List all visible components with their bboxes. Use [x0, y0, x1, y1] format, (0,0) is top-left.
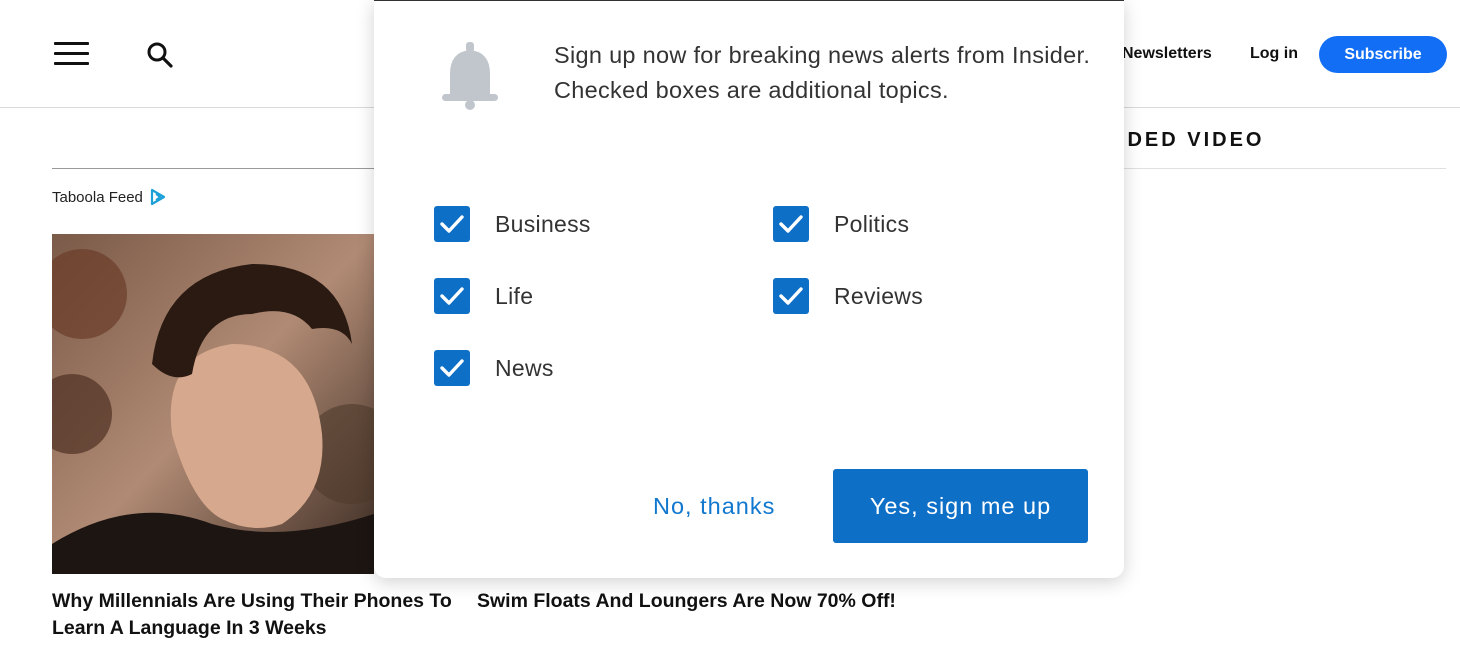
- checkbox-checked-icon[interactable]: [434, 206, 470, 242]
- prompt-line: Checked boxes are additional topics.: [554, 77, 949, 103]
- decline-button[interactable]: No, thanks: [653, 493, 775, 520]
- checkbox-checked-icon[interactable]: [773, 206, 809, 242]
- topic-checkbox-business[interactable]: Business: [434, 206, 591, 242]
- topic-checkbox-life[interactable]: Life: [434, 278, 533, 314]
- divider: [1090, 168, 1446, 169]
- article-image[interactable]: [52, 234, 374, 574]
- topic-label: Life: [495, 282, 534, 309]
- taboola-logo-icon: [150, 188, 166, 206]
- topic-label: Reviews: [834, 282, 924, 309]
- topic-checkbox-politics[interactable]: Politics: [773, 206, 909, 242]
- menu-icon[interactable]: [54, 42, 89, 66]
- topic-label: Business: [495, 210, 591, 237]
- subscribe-button[interactable]: Subscribe: [1319, 36, 1447, 73]
- newsletters-link[interactable]: Newsletters: [1122, 45, 1212, 63]
- section-title: NDED VIDEO: [1110, 129, 1265, 151]
- divider: [374, 0, 1124, 1]
- prompt-line: Sign up now for breaking news alerts fro…: [554, 42, 1091, 68]
- article-headline[interactable]: Swim Floats And Loungers Are Now 70% Off…: [477, 588, 897, 615]
- topic-checkbox-news[interactable]: News: [434, 350, 554, 386]
- search-icon[interactable]: [146, 41, 174, 69]
- signup-prompt: Sign up now for breaking news alerts fro…: [554, 38, 1104, 108]
- topic-label: Politics: [834, 210, 910, 237]
- checkbox-checked-icon[interactable]: [434, 278, 470, 314]
- divider: [52, 168, 382, 169]
- checkbox-checked-icon[interactable]: [434, 350, 470, 386]
- accept-button[interactable]: Yes, sign me up: [833, 469, 1088, 543]
- topic-checkbox-reviews[interactable]: Reviews: [773, 278, 923, 314]
- article-headline[interactable]: Why Millennials Are Using Their Phones T…: [52, 588, 462, 642]
- bell-icon: [440, 40, 500, 112]
- taboola-feed-text: Taboola Feed: [52, 188, 143, 206]
- news-alerts-modal: Sign up now for breaking news alerts fro…: [374, 0, 1124, 578]
- topic-label: News: [495, 354, 554, 381]
- checkbox-checked-icon[interactable]: [773, 278, 809, 314]
- login-link[interactable]: Log in: [1250, 45, 1298, 63]
- taboola-feed-label: Taboola Feed: [52, 188, 167, 206]
